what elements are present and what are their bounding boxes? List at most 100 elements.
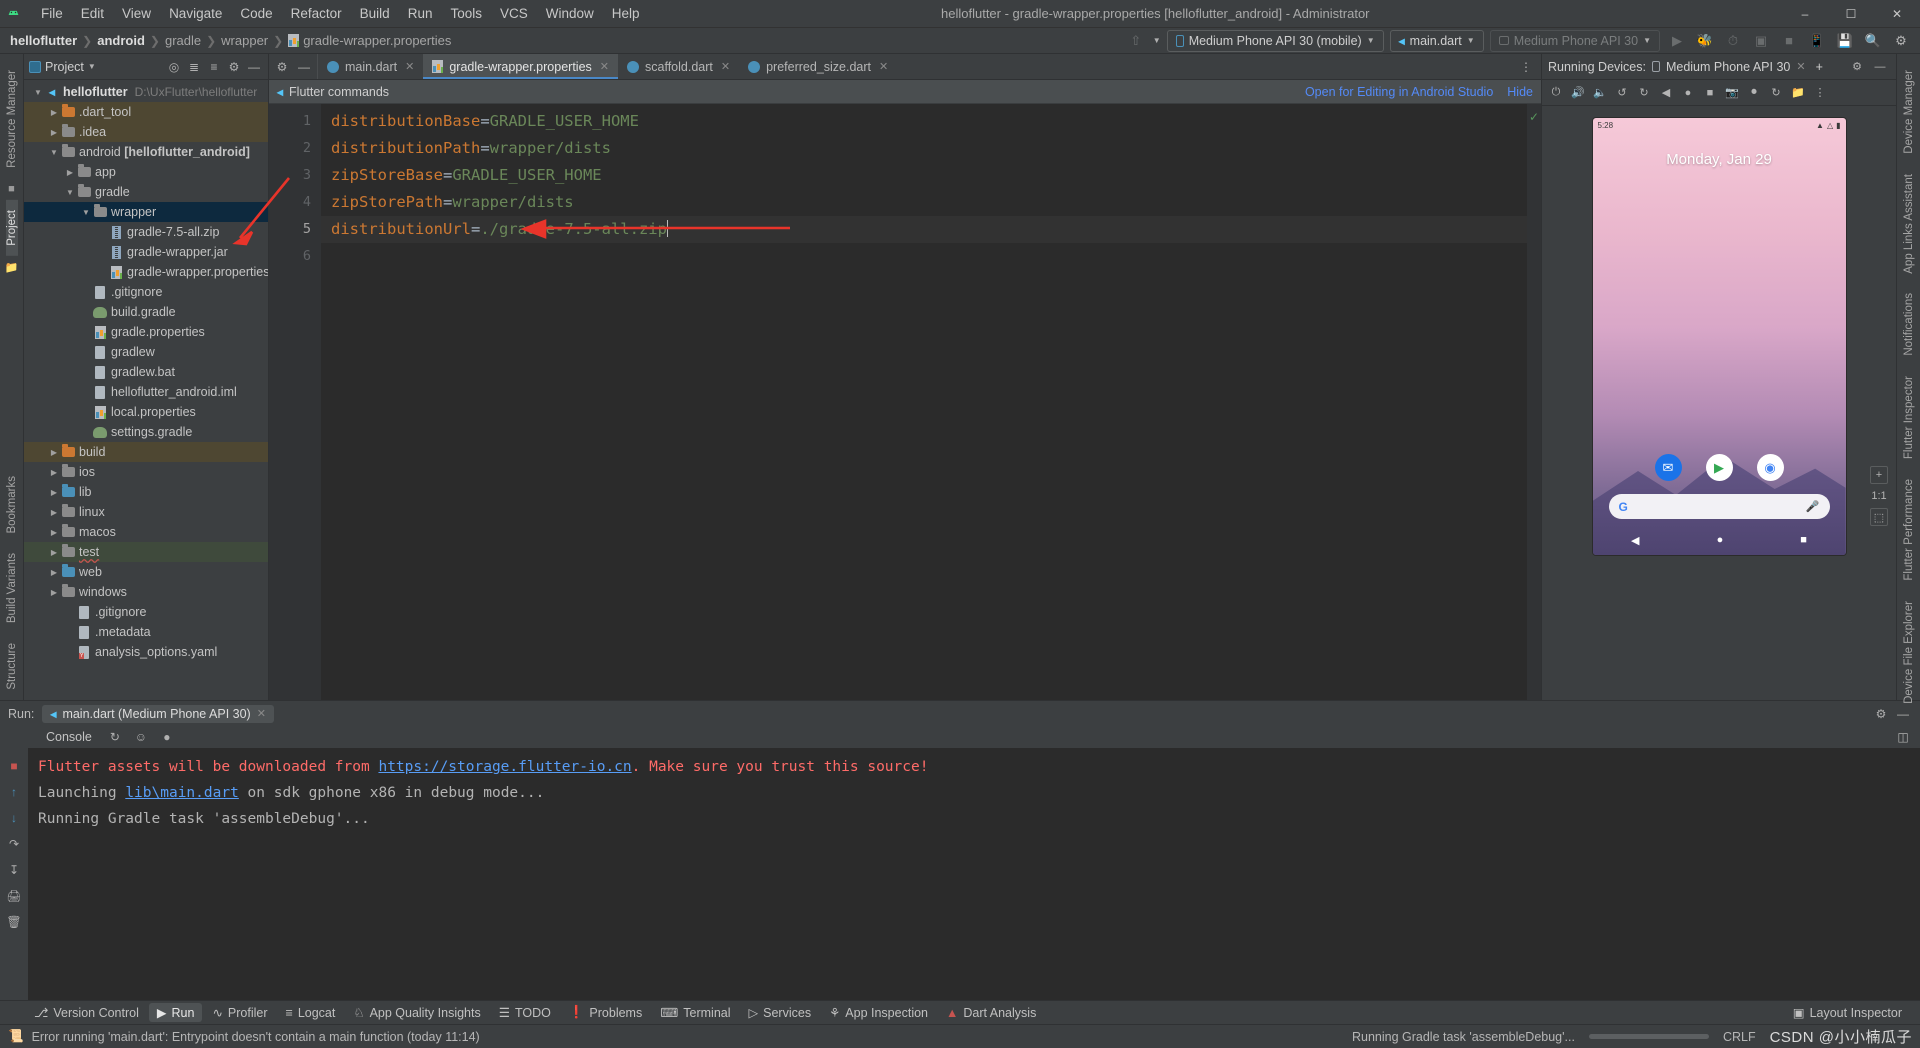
notification-icon[interactable]: 📜 — [8, 1029, 24, 1044]
strip-flutter-performance[interactable]: Flutter Performance — [1903, 469, 1915, 591]
zoom-in-button[interactable]: + — [1870, 466, 1888, 484]
strip-flutter-inspector[interactable]: Flutter Inspector — [1903, 366, 1915, 469]
menu-code[interactable]: Code — [231, 3, 281, 24]
strip-build-variants[interactable]: Build Variants — [6, 543, 18, 633]
tool-tab-problems[interactable]: ❗Problems — [561, 1003, 650, 1022]
zoom-level-label[interactable]: 1:1 — [1871, 490, 1886, 502]
tree-item-helloflutter-android-iml[interactable]: helloflutter_android.iml — [24, 382, 268, 402]
code-line[interactable]: zipStoreBase=GRADLE_USER_HOME — [321, 162, 1527, 189]
editor-inspection-rail[interactable]: ✓ — [1527, 104, 1541, 700]
print-icon[interactable]: 🖨 — [4, 886, 24, 906]
menu-navigate[interactable]: Navigate — [160, 3, 231, 24]
tree-item-gradle-wrapper-jar[interactable]: gradle-wrapper.jar — [24, 242, 268, 262]
tree-item-gradle[interactable]: ▼gradle — [24, 182, 268, 202]
chevron-right-icon[interactable]: ▶ — [48, 468, 60, 477]
device-selector[interactable]: Medium Phone API 30 (mobile) ▼ — [1167, 30, 1384, 52]
rotate-icon[interactable]: ↻ — [1766, 83, 1786, 103]
power-icon[interactable]: ⏻ — [1546, 83, 1566, 103]
tool-tab-logcat[interactable]: ≡Logcat — [278, 1004, 344, 1022]
chevron-right-icon[interactable]: ▶ — [48, 128, 60, 137]
strip-device-manager[interactable]: Device Manager — [1903, 60, 1915, 164]
gradle-sync-icon[interactable]: ⇧ — [1125, 30, 1147, 52]
tree-item-web[interactable]: ▶web — [24, 562, 268, 582]
close-icon[interactable]: ✕ — [405, 60, 414, 73]
code-line[interactable] — [321, 243, 1527, 270]
close-icon[interactable]: ✕ — [1796, 60, 1805, 73]
code-line[interactable]: distributionUrl=./gradle-7.5-all.zip — [321, 216, 1527, 243]
console-tab[interactable]: Console — [40, 727, 98, 747]
tree-item--gitignore[interactable]: .gitignore — [24, 602, 268, 622]
tree-item--idea[interactable]: ▶.idea — [24, 122, 268, 142]
tree-item-helloflutter[interactable]: ▼◂helloflutterD:\UxFlutter\helloflutter — [24, 82, 268, 102]
strip-structure[interactable]: Structure — [6, 633, 18, 700]
console-link[interactable]: https://storage.flutter-io.cn — [378, 759, 631, 775]
search-icon[interactable]: 🔍 — [1862, 30, 1884, 52]
messages-icon[interactable]: ✉ — [1655, 454, 1682, 481]
strip-bookmarks[interactable]: Bookmarks — [6, 466, 18, 544]
hide-link[interactable]: Hide — [1507, 85, 1533, 99]
editor-tab-gradle-wrapper-properties[interactable]: gradle-wrapper.properties ✕ — [423, 54, 618, 79]
menu-tools[interactable]: Tools — [441, 3, 491, 24]
maximize-button[interactable]: ☐ — [1828, 0, 1874, 28]
tool-tab-app-inspection[interactable]: ⚘App Inspection — [821, 1003, 936, 1022]
tree-item-lib[interactable]: ▶lib — [24, 482, 268, 502]
chevron-down-icon[interactable]: ▼ — [80, 208, 92, 217]
menu-file[interactable]: File — [32, 3, 72, 24]
chevron-right-icon[interactable]: ▶ — [48, 488, 60, 497]
split-icon[interactable]: ◫ — [1894, 728, 1912, 746]
rerun-icon[interactable]: ↻ — [106, 728, 124, 746]
device-screen-stage[interactable]: 5:28 ▲ △ ▮ Monday, Jan 29 ✉ ▶ ◉ — [1542, 106, 1896, 700]
tree-item-build[interactable]: ▶build — [24, 442, 268, 462]
chevron-down-icon[interactable]: ▼ — [1153, 36, 1161, 45]
add-device-button[interactable]: + — [1816, 60, 1823, 74]
tool-tab-terminal[interactable]: ⌨Terminal — [652, 1003, 738, 1022]
chevron-down-icon[interactable]: ▼ — [88, 62, 96, 71]
tree-item-analysis-options-yaml[interactable]: analysis_options.yaml — [24, 642, 268, 662]
scroll-up-icon[interactable]: ↑ — [4, 782, 24, 802]
settings-icon[interactable]: ⚙ — [225, 58, 243, 76]
volume-up-icon[interactable]: 🔊 — [1568, 83, 1588, 103]
close-button[interactable]: ✕ — [1874, 0, 1920, 28]
device-secondary-selector[interactable]: Medium Phone API 30 ▼ — [1490, 30, 1660, 52]
folder-icon[interactable]: 📁 — [5, 256, 19, 279]
editor-tab-scaffold-dart[interactable]: scaffold.dart ✕ — [618, 54, 739, 79]
strip-device-file-explorer[interactable]: Device File Explorer — [1903, 591, 1915, 714]
soft-wrap-icon[interactable]: ↷ — [4, 834, 24, 854]
console-output[interactable]: Flutter assets will be downloaded from h… — [28, 748, 1920, 1000]
open-for-editing-link[interactable]: Open for Editing in Android Studio — [1305, 85, 1493, 99]
profile-icon[interactable]: ⏱ — [1722, 30, 1744, 52]
tree-item-gradle-wrapper-properties[interactable]: gradle-wrapper.properties — [24, 262, 268, 282]
folder-icon[interactable]: 📁 — [1788, 83, 1808, 103]
gear-icon[interactable]: ⚙ — [273, 58, 291, 76]
filter-icon[interactable]: ☺ — [132, 728, 150, 746]
rotate-right-icon[interactable]: ↻ — [1634, 83, 1654, 103]
recents-icon[interactable]: ■ — [1700, 83, 1720, 103]
menu-bar[interactable]: File Edit View Navigate Code Refactor Bu… — [32, 3, 649, 24]
tree-item-gradlew[interactable]: gradlew — [24, 342, 268, 362]
scroll-down-icon[interactable]: ↓ — [4, 808, 24, 828]
menu-run[interactable]: Run — [399, 3, 442, 24]
breadcrumb-gradle[interactable]: gradle — [165, 33, 201, 48]
rotate-left-icon[interactable]: ↺ — [1612, 83, 1632, 103]
tree-item--metadata[interactable]: .metadata — [24, 622, 268, 642]
strip-resource-manager[interactable]: Resource Manager — [6, 60, 18, 178]
project-tree[interactable]: ▼◂helloflutterD:\UxFlutter\helloflutter ▶… — [24, 80, 268, 700]
menu-window[interactable]: Window — [537, 3, 603, 24]
recents-icon[interactable]: ■ — [1800, 534, 1807, 546]
tool-tab-run[interactable]: ▶Run — [149, 1003, 203, 1022]
sdk-manager-icon[interactable]: 💾 — [1834, 30, 1856, 52]
tree-item-linux[interactable]: ▶linux — [24, 502, 268, 522]
stop-icon[interactable]: ● — [158, 728, 176, 746]
settings-icon[interactable]: ⚙ — [1890, 30, 1912, 52]
chevron-right-icon[interactable]: ▶ — [48, 108, 60, 117]
hide-icon[interactable]: — — [1870, 57, 1890, 77]
chevron-right-icon[interactable]: ▶ — [48, 528, 60, 537]
chevron-right-icon[interactable]: ▶ — [64, 168, 76, 177]
target-icon[interactable]: ◎ — [165, 58, 183, 76]
mic-icon[interactable]: 🎤 — [1806, 500, 1820, 513]
chrome-icon[interactable]: ◉ — [1757, 454, 1784, 481]
tree-item-gradlew-bat[interactable]: gradlew.bat — [24, 362, 268, 382]
tree-item-test[interactable]: ▶test — [24, 542, 268, 562]
tool-tab-todo[interactable]: ☰TODO — [491, 1003, 559, 1022]
code-editor[interactable]: 123456 distributionBase=GRADLE_USER_HOME… — [269, 104, 1541, 700]
